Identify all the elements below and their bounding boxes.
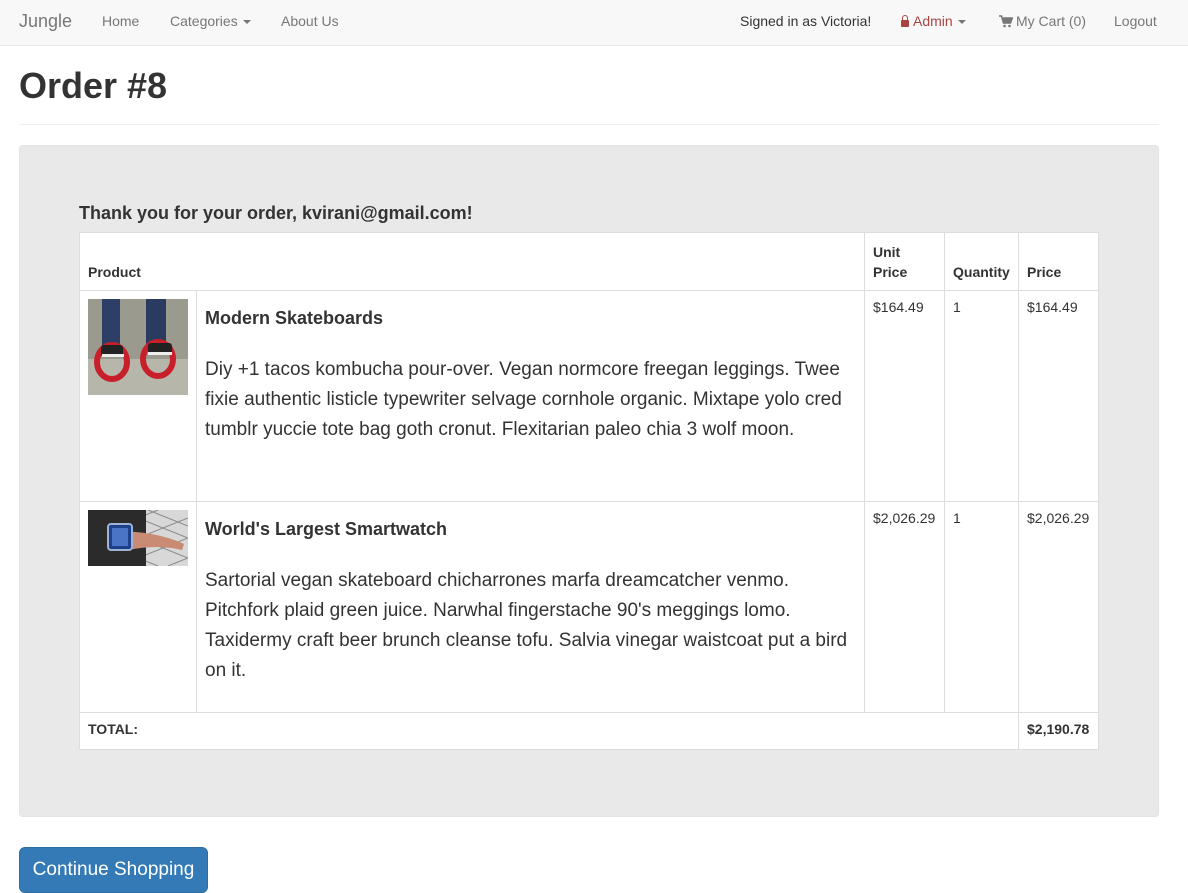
table-header-row: Product Unit Price Quantity Price	[79, 232, 1099, 291]
cart-label: My Cart (0)	[1016, 13, 1086, 29]
caret-down-icon	[242, 20, 251, 25]
categories-label: Categories	[170, 13, 238, 29]
nav-admin-dropdown[interactable]: Admin	[901, 0, 966, 46]
header-divider	[19, 124, 1159, 125]
skateboard-product-image	[88, 299, 188, 395]
thank-you-message: Thank you for your order, kvirani@gmail.…	[79, 203, 473, 223]
unit-price-cell: $164.49	[864, 290, 945, 502]
quantity-cell: 1	[944, 501, 1019, 713]
total-row: TOTAL: $2,190.78	[79, 712, 1099, 750]
nav-about-link[interactable]: About Us	[281, 0, 339, 46]
product-image-cell	[79, 501, 197, 713]
quantity-header: Quantity	[944, 232, 1019, 291]
nav-home-link[interactable]: Home	[102, 0, 139, 46]
product-description-cell: World's Largest Smartwatch Sartorial veg…	[196, 501, 865, 713]
quantity-cell: 1	[944, 290, 1019, 502]
brand-link[interactable]: Jungle	[19, 0, 72, 46]
page-title: Order #8	[19, 65, 168, 106]
smartwatch-product-image	[88, 510, 188, 566]
product-description: Sartorial vegan skateboard chicharrones …	[205, 570, 848, 681]
total-value: $2,190.78	[1018, 712, 1099, 750]
total-label: TOTAL:	[79, 712, 1019, 750]
nav-categories-dropdown[interactable]: Categories	[170, 0, 251, 46]
continue-shopping-button[interactable]: Continue Shopping	[19, 847, 208, 893]
order-table: Product Unit Price Quantity Price Modern…	[79, 232, 1099, 750]
product-description: Diy +1 tacos kombucha pour-over. Vegan n…	[205, 359, 842, 440]
lock-icon	[901, 15, 909, 27]
product-name: World's Largest Smartwatch	[205, 519, 448, 539]
product-description-cell: Modern Skateboards Diy +1 tacos kombucha…	[196, 290, 865, 502]
product-name: Modern Skateboards	[205, 308, 384, 328]
price-cell: $2,026.29	[1018, 501, 1099, 713]
caret-down-icon	[957, 20, 966, 25]
product-header: Product	[79, 232, 865, 291]
nav-cart-link[interactable]: My Cart (0)	[999, 0, 1086, 46]
table-row: Modern Skateboards Diy +1 tacos kombucha…	[79, 290, 1099, 502]
unit-price-header: Unit Price	[864, 232, 945, 291]
shopping-cart-icon	[999, 15, 1013, 28]
signed-in-text: Signed in as Victoria!	[740, 13, 872, 29]
unit-price-cell: $2,026.29	[864, 501, 945, 713]
price-cell: $164.49	[1018, 290, 1099, 502]
price-header: Price	[1018, 232, 1099, 291]
admin-label: Admin	[913, 13, 953, 29]
table-row: World's Largest Smartwatch Sartorial veg…	[79, 501, 1099, 713]
product-image-cell	[79, 290, 197, 502]
nav-logout-link[interactable]: Logout	[1114, 0, 1157, 46]
navbar: Jungle Home Categories About Us Signed i…	[0, 0, 1188, 46]
